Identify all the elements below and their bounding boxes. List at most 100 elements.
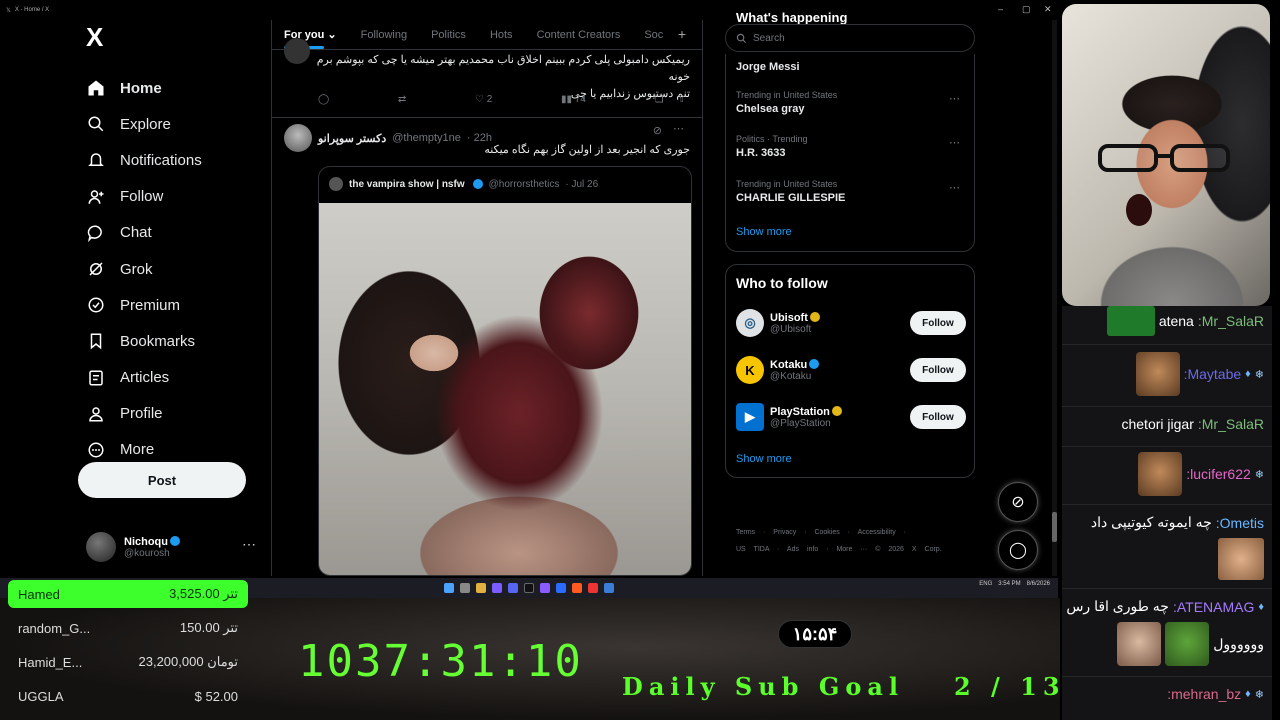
grok-fab-button[interactable]: ⊘ — [998, 482, 1038, 522]
tab-following[interactable]: Following — [349, 20, 419, 50]
more-icon[interactable]: ⋯ — [673, 122, 684, 135]
file-explorer-icon[interactable] — [476, 583, 486, 593]
account-switcher[interactable]: Nichoqu @kourosh ⋯ — [86, 530, 256, 564]
tab-politics[interactable]: Politics — [419, 20, 478, 50]
donation-row: Hamid_E... 23,200,000 تومان — [8, 648, 248, 676]
account-name: Nichoqu — [124, 535, 168, 548]
quote-avatar — [329, 177, 343, 191]
nav-notifications[interactable]: Notifications — [78, 142, 258, 178]
bookmark-icon[interactable]: ❏ — [655, 94, 664, 105]
trend-more-icon[interactable]: ⋯ — [949, 92, 960, 105]
maximize-button[interactable]: ▢ — [1022, 4, 1031, 15]
trend-item[interactable]: Jorge Messi — [736, 58, 966, 73]
nav-explore[interactable]: Explore — [78, 106, 258, 142]
tweet-text: جوری که انجیر بعد از اولین گاز بهم نگاه … — [484, 144, 690, 156]
share-icon[interactable]: ⇧ — [678, 94, 686, 105]
quoted-tweet[interactable]: the vampira show | nsfw @horrorsthetics … — [318, 166, 692, 576]
task-view-icon[interactable] — [460, 583, 470, 593]
pepe-emote-image — [1165, 622, 1210, 666]
trend-more-icon[interactable]: ⋯ — [949, 181, 960, 194]
nav-profile[interactable]: Profile — [78, 396, 258, 432]
nav-follow[interactable]: Follow — [78, 179, 258, 215]
follow-button[interactable]: Follow — [910, 311, 966, 335]
app-icon[interactable] — [556, 583, 566, 593]
minimize-button[interactable]: – — [998, 4, 1003, 14]
emote-image — [1138, 452, 1183, 496]
trend-name: CHARLIE GILLESPIE — [736, 192, 846, 204]
tab-soc[interactable]: Soc — [632, 20, 675, 50]
ubisoft-logo: ◎ — [736, 309, 764, 337]
trend-item[interactable]: Trending in United States Chelsea gray ⋯ — [736, 90, 966, 115]
donor-name: Hamid_E... — [18, 654, 83, 670]
tweet-avatar[interactable] — [284, 38, 310, 64]
search-input[interactable]: Search — [725, 24, 975, 52]
follow-button[interactable]: Follow — [910, 405, 966, 429]
steam-icon[interactable] — [604, 583, 614, 593]
tray-language[interactable]: ENG — [979, 581, 992, 587]
app-icon[interactable] — [540, 583, 550, 593]
chat-fab-button[interactable]: ◯ — [998, 530, 1038, 570]
tab-hots[interactable]: Hots — [478, 20, 525, 50]
start-icon[interactable] — [444, 583, 454, 593]
follow-button[interactable]: Follow — [910, 358, 966, 382]
follow-suggestion[interactable]: K Kotaku @Kotaku Follow — [736, 352, 966, 388]
chat-message: ❄ ♦ Maytabe: — [1135, 352, 1264, 396]
footer-links-line[interactable]: US TIDA · Ads info · More ··· © 2026 X C… — [736, 541, 976, 558]
follow-suggestion[interactable]: ▶ PlayStation @PlayStation Follow — [736, 399, 966, 435]
grok-icon[interactable]: ⊘ — [653, 124, 662, 137]
trend-item[interactable]: Trending in United States CHARLIE GILLES… — [736, 179, 966, 204]
close-window-button[interactable]: ✕ — [1044, 4, 1052, 15]
footer-links-line[interactable]: Terms · Privacy · Cookies · Accessibilit… — [736, 524, 976, 541]
nav-bookmarks[interactable]: Bookmarks — [78, 323, 258, 359]
chat-username: lucifer622: — [1186, 466, 1251, 482]
discord-icon[interactable] — [508, 583, 518, 593]
follow-suggestion[interactable]: ◎ Ubisoft @Ubisoft Follow — [736, 305, 966, 341]
tweet[interactable]: دکستر سوپرانو @thempty1ne · 22h ⊘ ⋯ جوری… — [272, 118, 702, 576]
retweet-icon[interactable]: ⇄ — [398, 94, 406, 105]
tweet-media-image[interactable] — [319, 203, 691, 575]
add-tab-icon[interactable]: + — [678, 26, 686, 42]
who-to-follow-show-more-link[interactable]: Show more — [736, 453, 792, 465]
glasses-shape — [1098, 144, 1230, 172]
nav-premium[interactable]: Premium — [78, 287, 258, 323]
account-more-icon[interactable]: ⋯ — [242, 536, 256, 553]
tweet-avatar[interactable] — [284, 124, 312, 152]
nav-chat[interactable]: Chat — [78, 215, 258, 251]
x-logo[interactable]: X — [86, 22, 258, 52]
chat-separator — [1062, 504, 1272, 505]
views-button[interactable]: ▮▮ 74 — [561, 94, 586, 105]
tray-time[interactable]: 3:54 PM — [998, 581, 1020, 587]
nav-articles[interactable]: Articles — [78, 360, 258, 396]
chat-text: chetori jigar — [1121, 416, 1194, 432]
nav-grok[interactable]: Grok — [78, 251, 258, 287]
x-app-icon[interactable] — [524, 583, 534, 593]
verified-badge-icon — [831, 405, 842, 416]
post-button[interactable]: Post — [78, 462, 246, 498]
app-icon[interactable] — [572, 583, 582, 593]
trends-show-more-link[interactable]: Show more — [736, 226, 792, 238]
tab-content-creators[interactable]: Content Creators — [525, 20, 633, 50]
playstation-logo: ▶ — [736, 403, 764, 431]
chat-bubble-icon — [86, 223, 106, 243]
reply-icon[interactable]: ◯ — [318, 94, 329, 105]
tweet[interactable]: ریمیکس دامبولی پلی کردم ببینم اخلاق ناب … — [272, 38, 702, 118]
tray-date[interactable]: 8/6/2026 — [1027, 581, 1050, 587]
like-button[interactable]: ♡ 2 — [475, 94, 492, 105]
donation-amount: 150.00 تتر — [179, 620, 238, 635]
verified-badge-icon — [809, 358, 820, 369]
brave-icon[interactable] — [588, 583, 598, 593]
tweet-author[interactable]: دکستر سوپرانو — [318, 132, 386, 145]
app-icon[interactable] — [492, 583, 502, 593]
trend-more-icon[interactable]: ⋯ — [949, 136, 960, 149]
chat-separator — [1062, 406, 1272, 407]
x-favicon-icon: 𝕏 — [6, 7, 11, 14]
page-scrollbar[interactable] — [1052, 20, 1057, 576]
quote-author: the vampira show | nsfw — [349, 178, 465, 190]
scrollbar-thumb[interactable] — [1052, 512, 1057, 542]
browser-tab-title[interactable]: X - Home / X — [15, 7, 49, 13]
tweet-handle: @thempty1ne — [392, 132, 461, 144]
grok-icon — [86, 259, 106, 279]
trends-panel: Jorge Messi Trending in United States Ch… — [725, 54, 975, 252]
nav-home[interactable]: Home — [78, 70, 258, 106]
trend-item[interactable]: Politics · Trending H.R. 3633 ⋯ — [736, 134, 966, 159]
